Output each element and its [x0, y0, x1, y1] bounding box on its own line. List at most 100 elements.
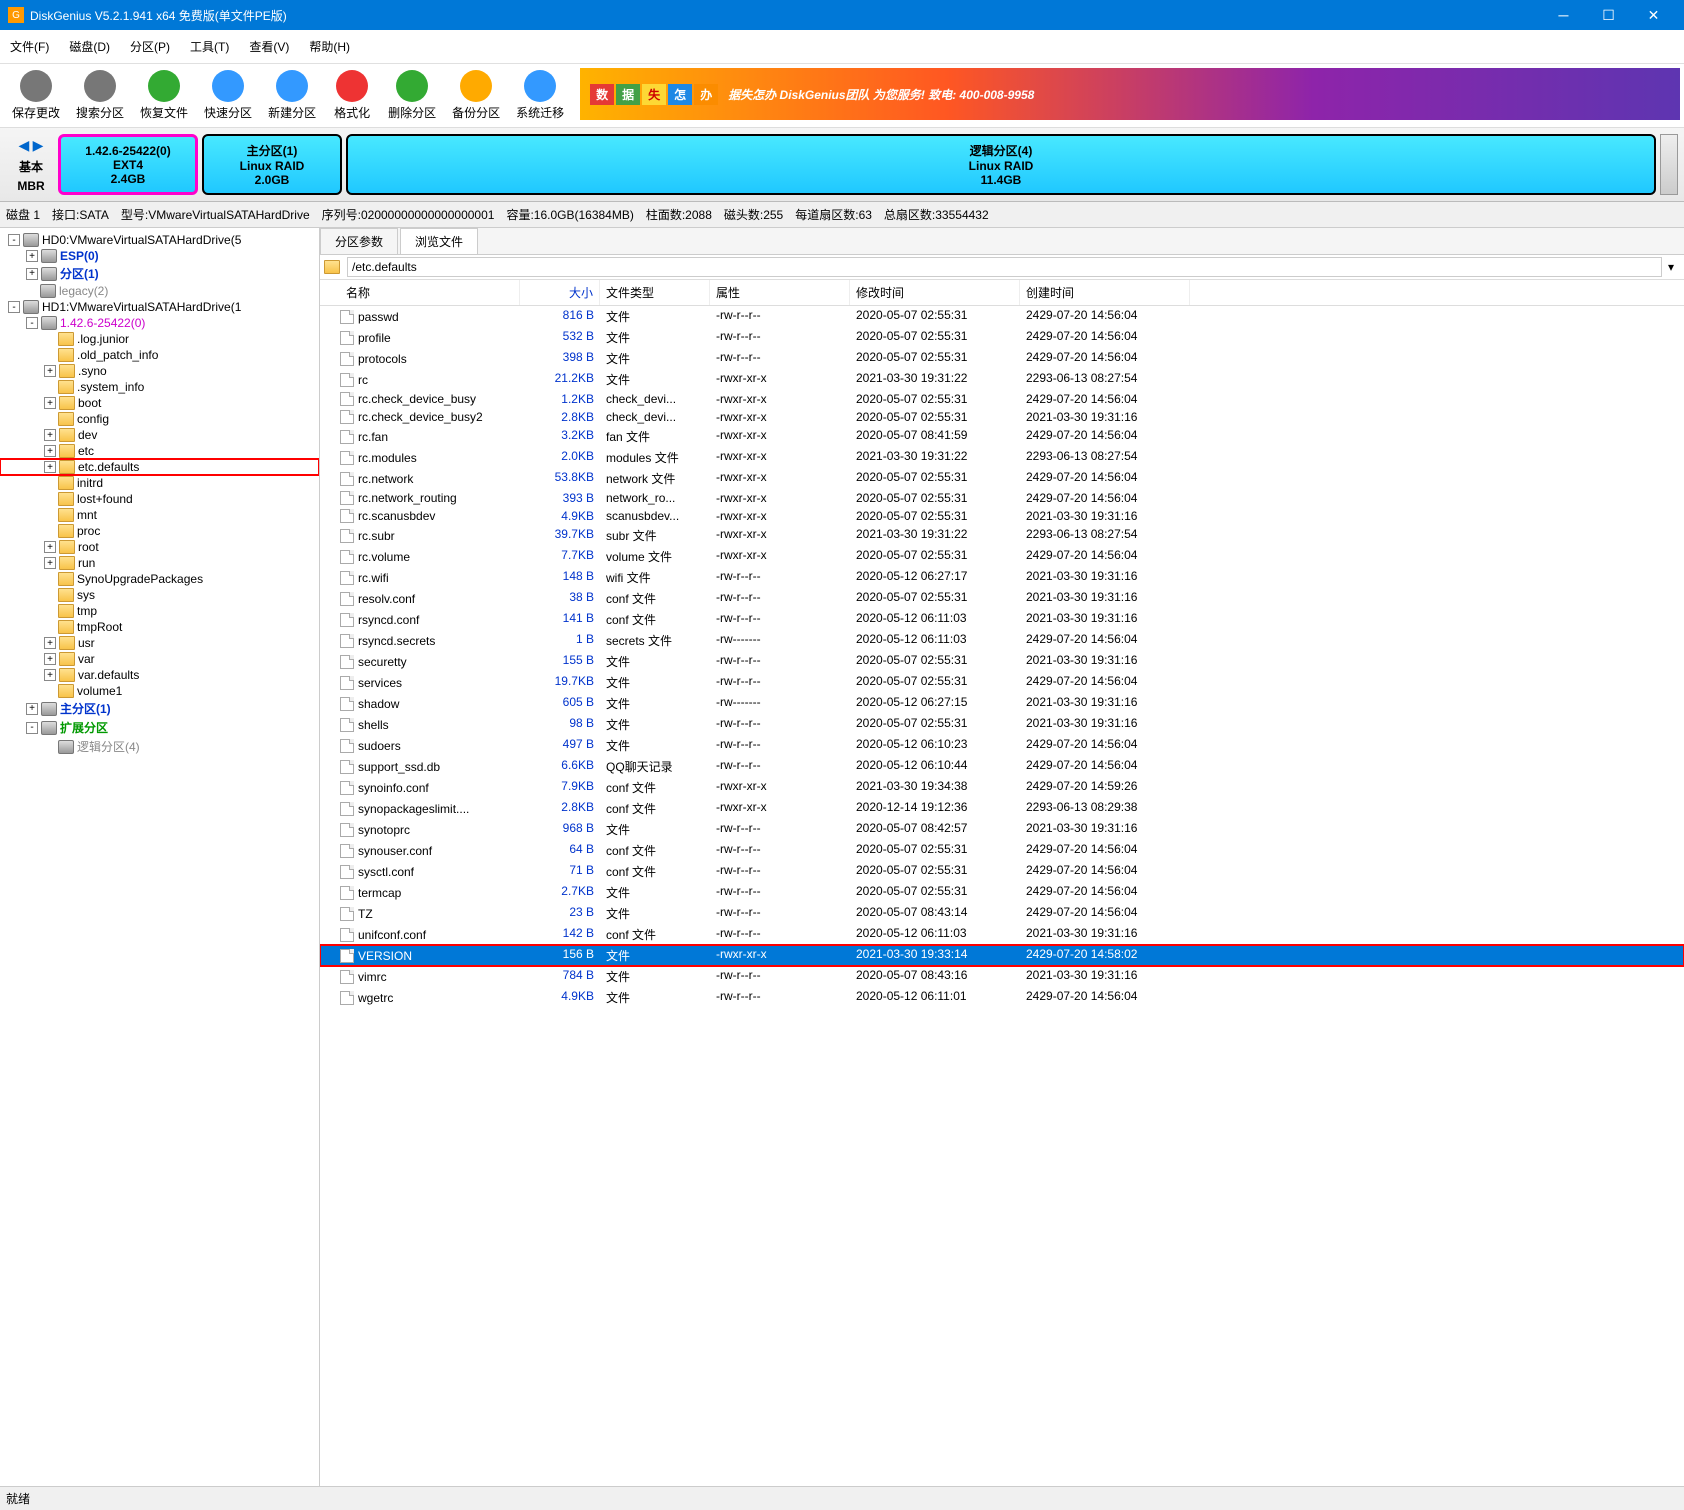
partition-block[interactable]: 主分区(1)Linux RAID2.0GB	[202, 134, 342, 195]
file-row[interactable]: unifconf.conf 142 B conf 文件 -rw-r--r-- 2…	[320, 924, 1684, 945]
file-row[interactable]: shells 98 B 文件 -rw-r--r-- 2020-05-07 02:…	[320, 714, 1684, 735]
file-row[interactable]: synoinfo.conf 7.9KB conf 文件 -rwxr-xr-x 2…	[320, 777, 1684, 798]
file-row[interactable]: services 19.7KB 文件 -rw-r--r-- 2020-05-07…	[320, 672, 1684, 693]
tree-expander[interactable]: +	[44, 669, 56, 681]
tree-expander[interactable]: +	[26, 703, 38, 715]
tree-node[interactable]: initrd	[0, 475, 319, 491]
partition-block[interactable]: 逻辑分区(4)Linux RAID11.4GB	[346, 134, 1656, 195]
tree-node[interactable]: +.syno	[0, 363, 319, 379]
tree-node[interactable]: +dev	[0, 427, 319, 443]
file-row[interactable]: securetty 155 B 文件 -rw-r--r-- 2020-05-07…	[320, 651, 1684, 672]
file-row[interactable]: sudoers 497 B 文件 -rw-r--r-- 2020-05-12 0…	[320, 735, 1684, 756]
file-row[interactable]: rc.wifi 148 B wifi 文件 -rw-r--r-- 2020-05…	[320, 567, 1684, 588]
tree-node[interactable]: +usr	[0, 635, 319, 651]
file-list-body[interactable]: passwd 816 B 文件 -rw-r--r-- 2020-05-07 02…	[320, 306, 1684, 1486]
menu-item[interactable]: 帮助(H)	[299, 34, 360, 59]
tree-node[interactable]: +run	[0, 555, 319, 571]
menu-item[interactable]: 查看(V)	[239, 34, 299, 59]
tree-node[interactable]: tmpRoot	[0, 619, 319, 635]
tree-node[interactable]: +boot	[0, 395, 319, 411]
col-size[interactable]: 大小	[520, 280, 600, 305]
nav-next-icon[interactable]: ▶	[33, 137, 44, 153]
tree-expander[interactable]: +	[44, 653, 56, 665]
tree-node[interactable]: lost+found	[0, 491, 319, 507]
file-row[interactable]: support_ssd.db 6.6KB QQ聊天记录 -rw-r--r-- 2…	[320, 756, 1684, 777]
file-row[interactable]: rc.subr 39.7KB subr 文件 -rwxr-xr-x 2021-0…	[320, 525, 1684, 546]
toolbar-newpart-button[interactable]: 新建分区	[260, 68, 324, 123]
tree-node[interactable]: legacy(2)	[0, 283, 319, 299]
tree-expander[interactable]: -	[8, 234, 20, 246]
dropdown-icon[interactable]: ▾	[1662, 260, 1680, 274]
toolbar-backup-button[interactable]: 备份分区	[444, 68, 508, 123]
tree-node[interactable]: +etc	[0, 443, 319, 459]
tab-browse-files[interactable]: 浏览文件	[400, 228, 478, 254]
toolbar-delete-button[interactable]: 删除分区	[380, 68, 444, 123]
tree-node[interactable]: sys	[0, 587, 319, 603]
toolbar-save-button[interactable]: 保存更改	[4, 68, 68, 123]
tree-expander[interactable]: +	[44, 637, 56, 649]
tree-expander[interactable]: +	[44, 397, 56, 409]
menu-item[interactable]: 分区(P)	[120, 34, 180, 59]
col-ctime[interactable]: 创建时间	[1020, 280, 1190, 305]
file-row[interactable]: vimrc 784 B 文件 -rw-r--r-- 2020-05-07 08:…	[320, 966, 1684, 987]
file-row[interactable]: termcap 2.7KB 文件 -rw-r--r-- 2020-05-07 0…	[320, 882, 1684, 903]
tree-node[interactable]: 逻辑分区(4)	[0, 737, 319, 756]
tree-node[interactable]: +主分区(1)	[0, 699, 319, 718]
tree-expander[interactable]: +	[44, 365, 56, 377]
file-row[interactable]: rc.network_routing 393 B network_ro... -…	[320, 489, 1684, 507]
file-row[interactable]: protocols 398 B 文件 -rw-r--r-- 2020-05-07…	[320, 348, 1684, 369]
tree-node[interactable]: mnt	[0, 507, 319, 523]
tree-node[interactable]: -扩展分区	[0, 718, 319, 737]
toolbar-format-button[interactable]: 格式化	[324, 68, 380, 123]
file-row[interactable]: synopackageslimit.... 2.8KB conf 文件 -rwx…	[320, 798, 1684, 819]
tree-node[interactable]: +etc.defaults	[0, 459, 319, 475]
nav-prev-icon[interactable]: ◀	[19, 137, 30, 153]
file-row[interactable]: sysctl.conf 71 B conf 文件 -rw-r--r-- 2020…	[320, 861, 1684, 882]
tree-node[interactable]: proc	[0, 523, 319, 539]
file-row[interactable]: synouser.conf 64 B conf 文件 -rw-r--r-- 20…	[320, 840, 1684, 861]
tree-node[interactable]: .log.junior	[0, 331, 319, 347]
tree-expander[interactable]: +	[44, 445, 56, 457]
tree-expander[interactable]: -	[8, 301, 20, 313]
tree-node[interactable]: +root	[0, 539, 319, 555]
tree-expander[interactable]: -	[26, 317, 38, 329]
menu-item[interactable]: 工具(T)	[180, 34, 239, 59]
menu-item[interactable]: 磁盘(D)	[59, 34, 120, 59]
tree-node[interactable]: .system_info	[0, 379, 319, 395]
tree-node[interactable]: tmp	[0, 603, 319, 619]
file-row[interactable]: rc.network 53.8KB network 文件 -rwxr-xr-x …	[320, 468, 1684, 489]
file-row[interactable]: rc.volume 7.7KB volume 文件 -rwxr-xr-x 202…	[320, 546, 1684, 567]
path-input[interactable]	[347, 257, 1662, 277]
partition-scrollbar[interactable]	[1660, 134, 1678, 195]
tree-expander[interactable]: -	[26, 722, 38, 734]
tree-node[interactable]: -HD1:VMwareVirtualSATAHardDrive(1	[0, 299, 319, 315]
file-row[interactable]: rc.fan 3.2KB fan 文件 -rwxr-xr-x 2020-05-0…	[320, 426, 1684, 447]
file-row[interactable]: rc.check_device_busy2 2.8KB check_devi..…	[320, 408, 1684, 426]
file-row[interactable]: synotoprc 968 B 文件 -rw-r--r-- 2020-05-07…	[320, 819, 1684, 840]
file-row[interactable]: rc.modules 2.0KB modules 文件 -rwxr-xr-x 2…	[320, 447, 1684, 468]
file-row[interactable]: shadow 605 B 文件 -rw------- 2020-05-12 06…	[320, 693, 1684, 714]
maximize-button[interactable]: ☐	[1586, 0, 1631, 30]
file-row[interactable]: rsyncd.conf 141 B conf 文件 -rw-r--r-- 202…	[320, 609, 1684, 630]
tree-expander[interactable]: +	[44, 429, 56, 441]
tree-node[interactable]: -HD0:VMwareVirtualSATAHardDrive(5	[0, 232, 319, 248]
tree-node[interactable]: .old_patch_info	[0, 347, 319, 363]
col-mtime[interactable]: 修改时间	[850, 280, 1020, 305]
file-row[interactable]: profile 532 B 文件 -rw-r--r-- 2020-05-07 0…	[320, 327, 1684, 348]
tree-expander[interactable]: +	[44, 461, 56, 473]
tree-node[interactable]: +var	[0, 651, 319, 667]
file-row[interactable]: VERSION 156 B 文件 -rwxr-xr-x 2021-03-30 1…	[320, 945, 1684, 966]
tree-node[interactable]: +var.defaults	[0, 667, 319, 683]
tree-expander[interactable]: +	[26, 268, 38, 280]
tree-node[interactable]: SynoUpgradePackages	[0, 571, 319, 587]
tree-expander[interactable]: +	[44, 557, 56, 569]
close-button[interactable]: ✕	[1631, 0, 1676, 30]
tree-node[interactable]: config	[0, 411, 319, 427]
tree-node[interactable]: +分区(1)	[0, 264, 319, 283]
file-row[interactable]: rsyncd.secrets 1 B secrets 文件 -rw-------…	[320, 630, 1684, 651]
minimize-button[interactable]: ─	[1541, 0, 1586, 30]
file-row[interactable]: rc.scanusbdev 4.9KB scanusbdev... -rwxr-…	[320, 507, 1684, 525]
toolbar-migrate-button[interactable]: 系统迁移	[508, 68, 572, 123]
tab-partition-params[interactable]: 分区参数	[320, 228, 398, 254]
tree-node[interactable]: volume1	[0, 683, 319, 699]
